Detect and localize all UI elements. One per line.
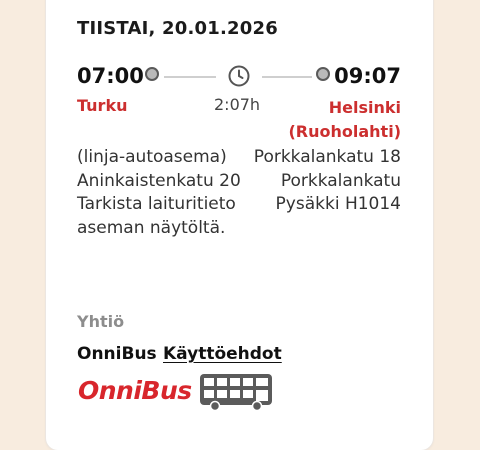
company-heading: Yhtiö <box>77 312 125 331</box>
departure-address: (linja-autoasema) Aninkaistenkatu 20 Tar… <box>77 147 241 238</box>
departure-time: 07:00 <box>77 64 144 88</box>
departure-dot-icon <box>145 67 159 81</box>
onnibus-logo: OnniBus <box>78 376 192 405</box>
trip-date: TIISTAI, 20.01.2026 <box>77 18 278 39</box>
arrival-address: Porkkalankatu 18 Porkkalankatu Pysäkki H… <box>253 147 401 214</box>
page-background-left <box>0 0 44 422</box>
arrival-time: 09:07 <box>334 64 401 88</box>
arrival-city: Helsinki (Ruoholahti) <box>288 98 401 141</box>
page-background-right <box>434 0 480 422</box>
company-name: OnniBus <box>77 344 157 364</box>
bus-icon <box>200 374 272 412</box>
route-line-left <box>164 76 216 78</box>
departure-city: Turku <box>77 96 128 115</box>
clock-icon <box>228 65 250 87</box>
terms-link[interactable]: Käyttöehdot <box>163 344 282 364</box>
route-line-right <box>262 76 312 78</box>
arrival-dot-icon <box>316 67 330 81</box>
